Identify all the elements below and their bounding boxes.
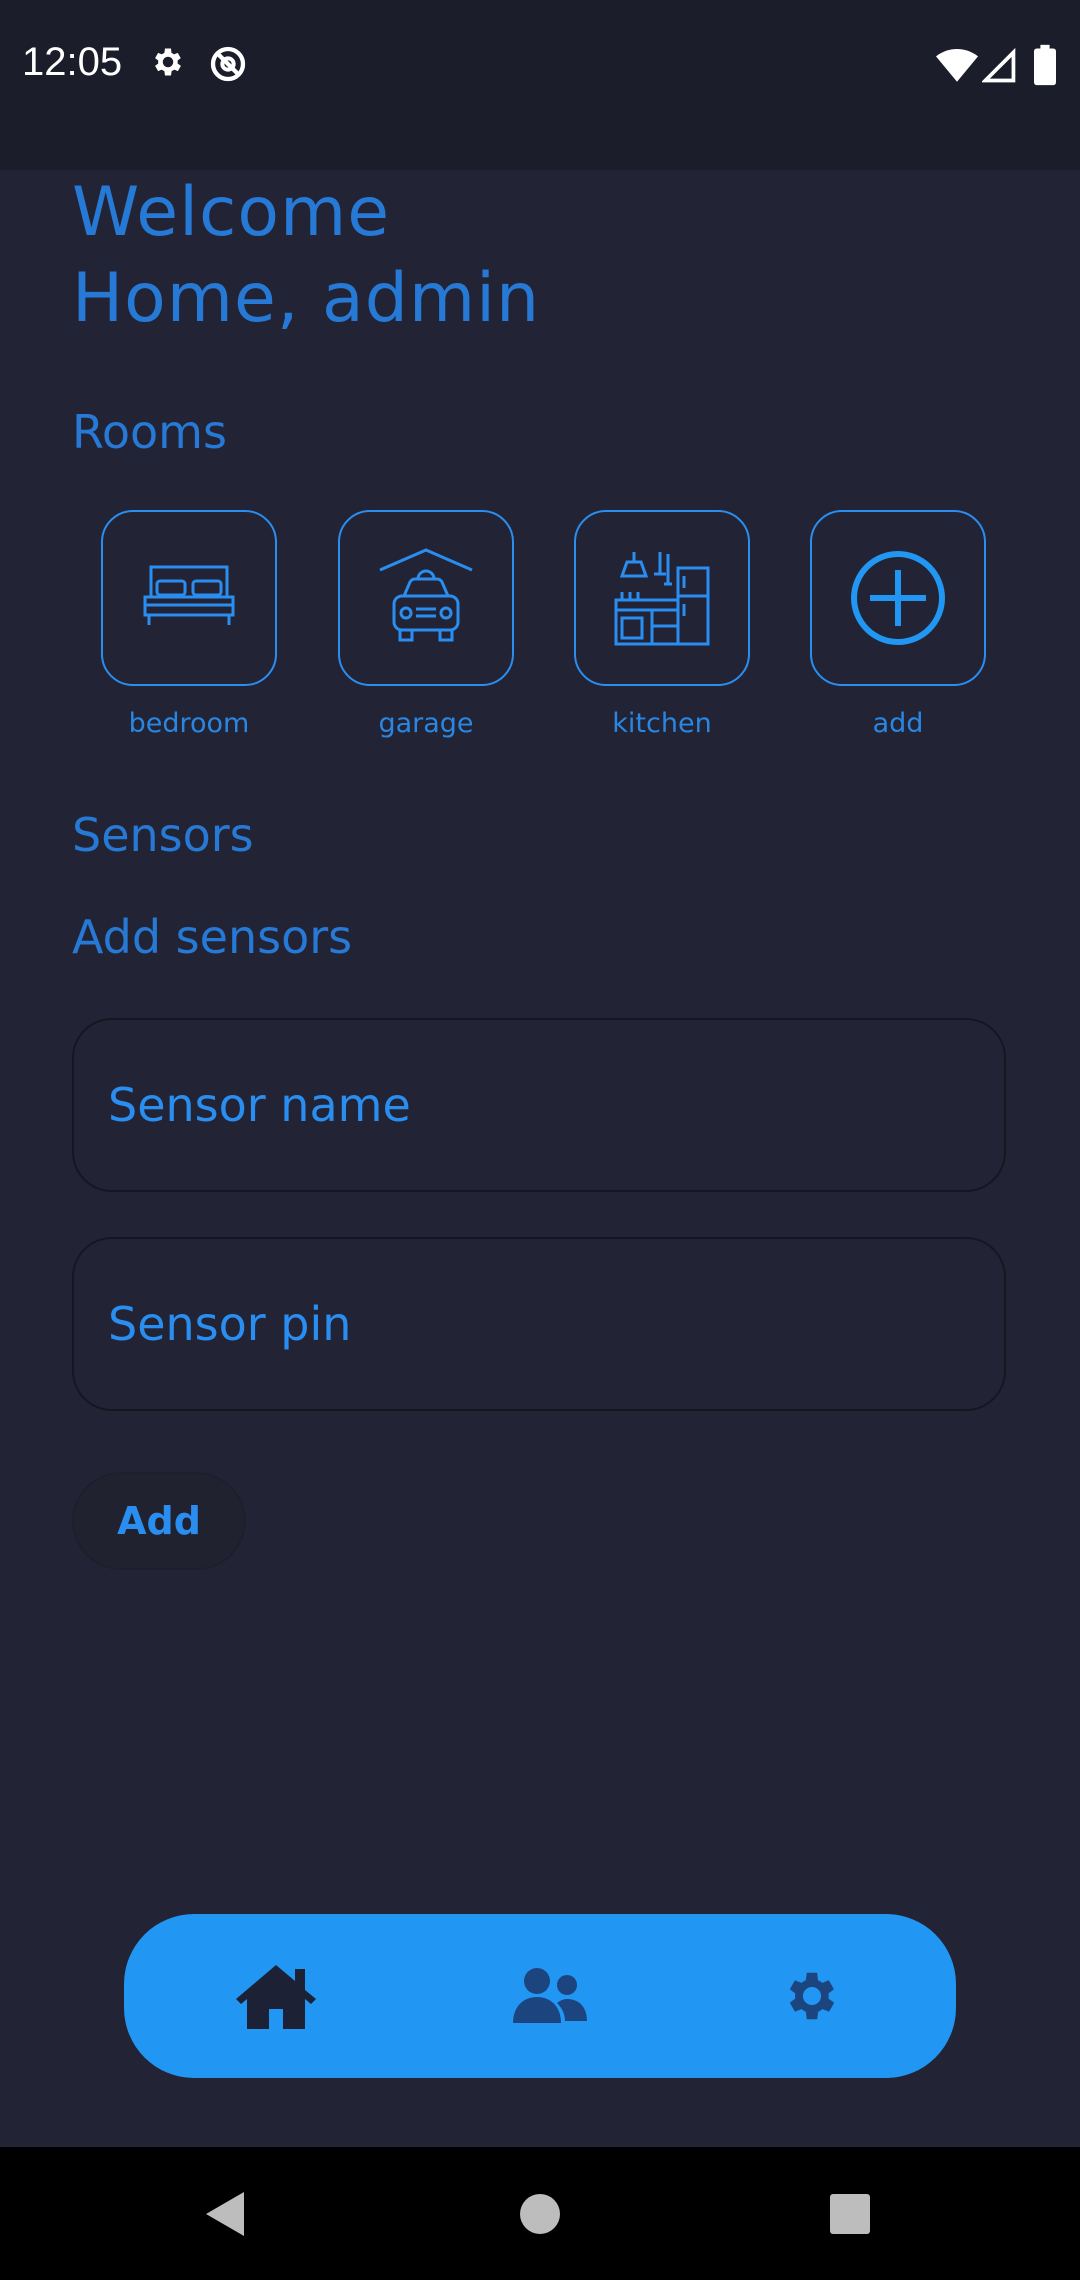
sensor-pin-input[interactable]: [106, 1296, 1004, 1352]
room-label-garage: garage: [378, 708, 474, 739]
system-recents-button[interactable]: [790, 2147, 910, 2280]
room-tile-add[interactable]: [810, 510, 986, 686]
bed-icon: [143, 565, 235, 625]
data-saver-icon: [208, 44, 248, 88]
system-home-button[interactable]: [480, 2147, 600, 2280]
system-nav-bar: [0, 2147, 1080, 2280]
battery-icon: [1034, 44, 1056, 90]
room-bedroom[interactable]: bedroom: [101, 510, 277, 739]
sensor-pin-field[interactable]: [72, 1237, 1006, 1411]
add-sensor-button[interactable]: Add: [72, 1472, 246, 1570]
recents-icon: [830, 2193, 870, 2234]
nav-settings[interactable]: [752, 1914, 872, 2078]
sensor-name-field[interactable]: [72, 1018, 1006, 1192]
kitchen-icon: [614, 552, 710, 646]
welcome-line-1: Welcome: [72, 173, 391, 252]
room-tile-garage[interactable]: [338, 510, 514, 686]
room-label-bedroom: bedroom: [128, 708, 250, 739]
users-icon: [513, 1968, 587, 2023]
rooms-title: Rooms: [72, 405, 227, 459]
room-kitchen[interactable]: kitchen: [574, 510, 750, 739]
gear-icon: [150, 44, 186, 84]
room-garage[interactable]: garage: [338, 510, 514, 739]
wifi-icon: [936, 48, 978, 88]
room-add[interactable]: add: [810, 510, 986, 739]
car-icon: [379, 548, 473, 642]
welcome-line-2: Home, admin: [72, 259, 541, 338]
room-tile-bedroom[interactable]: [101, 510, 277, 686]
room-tile-kitchen[interactable]: [574, 510, 750, 686]
room-label-add: add: [872, 708, 924, 739]
back-icon: [206, 2191, 244, 2236]
home-circle-icon: [520, 2193, 560, 2234]
room-label-kitchen: kitchen: [612, 708, 712, 739]
bottom-nav: [124, 1914, 956, 2078]
status-bar: 12:05: [0, 0, 1080, 170]
home-icon: [236, 1965, 316, 2029]
nav-home[interactable]: [216, 1914, 336, 2078]
add-sensors-title: Add sensors: [72, 910, 353, 964]
settings-icon: [789, 1972, 835, 2020]
welcome-heading: Welcome Home, admin: [72, 170, 540, 342]
signal-icon: [980, 47, 1016, 88]
add-circle-icon: [851, 551, 945, 645]
sensors-title: Sensors: [72, 808, 254, 862]
system-back-button[interactable]: [166, 2147, 286, 2280]
sensor-name-input[interactable]: [106, 1077, 1004, 1133]
status-time: 12:05: [22, 40, 123, 84]
nav-users[interactable]: [488, 1914, 608, 2078]
